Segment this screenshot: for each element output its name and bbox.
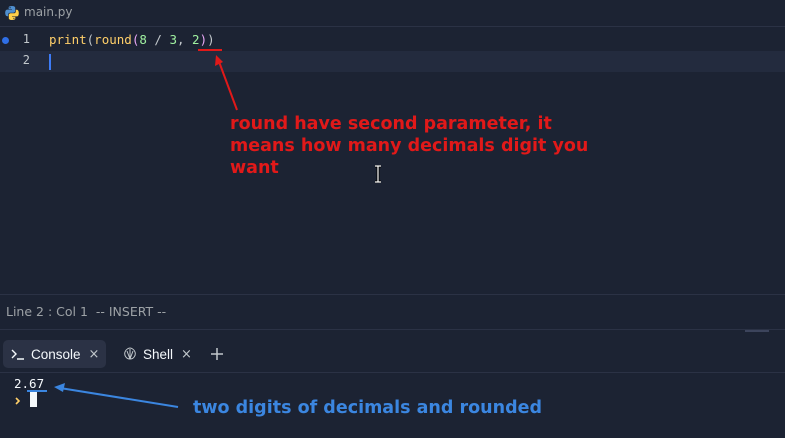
line-number: 1 [22, 32, 30, 46]
file-tab-title: main.py [24, 5, 73, 19]
console-cursor [30, 392, 37, 407]
text-cursor-icon [375, 165, 381, 183]
pane-tab-bar: Console × Shell × [0, 336, 785, 373]
token-number: 8 [139, 32, 147, 47]
token-operator: / [146, 32, 170, 47]
prompt-chevron-icon [15, 397, 21, 405]
text-caret [49, 54, 51, 70]
code-line-1[interactable]: 1 print(round(8 / 3, 2)) [0, 30, 785, 51]
line-number: 2 [22, 53, 30, 67]
editor-status-bar: Line 2 : Col 1 -- INSERT -- [0, 294, 785, 330]
token-comma: , [176, 32, 193, 47]
token-number: 3 [169, 32, 177, 47]
python-icon [5, 6, 19, 20]
token-paren: ) [207, 32, 215, 47]
code-line-2[interactable]: 2 [0, 51, 785, 72]
tab-console[interactable]: Console × [3, 340, 106, 368]
editor-file-tab[interactable]: main.py [0, 0, 785, 27]
breakpoint-dot-icon[interactable] [2, 37, 9, 44]
cursor-position-status: Line 2 : Col 1 -- INSERT -- [6, 304, 167, 319]
close-icon[interactable]: × [181, 347, 192, 362]
close-icon[interactable]: × [89, 347, 100, 362]
add-tab-icon[interactable] [207, 344, 227, 364]
annotation-rounded-result: two digits of decimals and rounded [193, 398, 543, 418]
token-paren: ) [199, 32, 208, 47]
shell-icon [124, 347, 136, 360]
terminal-icon [11, 349, 24, 360]
tab-shell-label: Shell [143, 346, 174, 362]
token-number: 2 [192, 32, 200, 47]
annotation-round-parameter: round have second parameter, it means ho… [230, 114, 589, 178]
pane-resize-handle[interactable] [745, 330, 769, 332]
console-output: 2.67 [14, 376, 45, 391]
code-text[interactable]: print(round(8 / 3, 2)) [49, 32, 215, 47]
tab-console-label: Console [31, 346, 81, 362]
token-round: round [94, 32, 132, 47]
token-print: print [49, 32, 87, 47]
